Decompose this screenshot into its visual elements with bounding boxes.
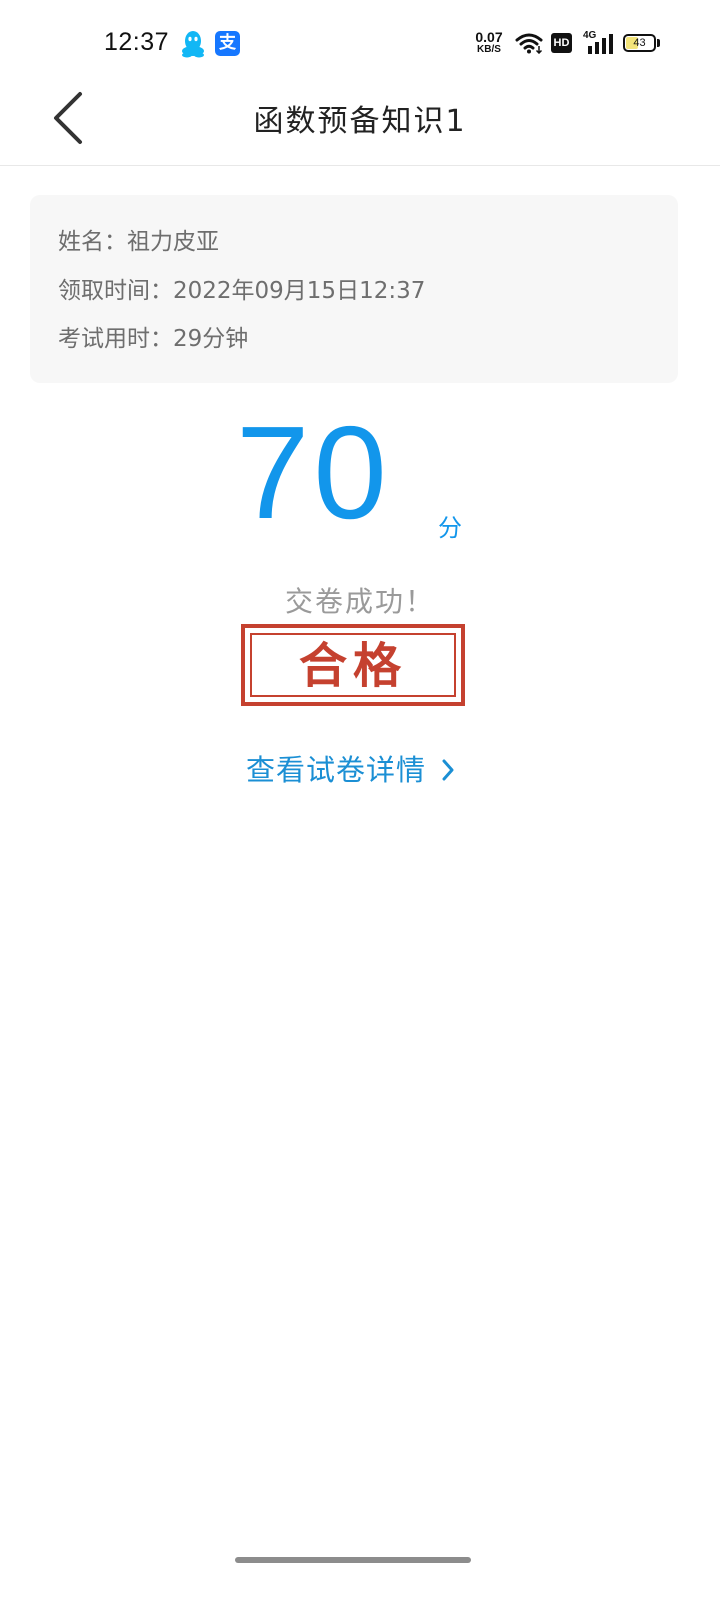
hd-badge: HD — [551, 33, 572, 53]
net-speed-indicator: 0.07 KB/S — [470, 30, 508, 55]
score-unit: 分 — [438, 514, 462, 542]
battery-level: 43 — [633, 37, 646, 49]
qq-icon — [182, 31, 204, 58]
wifi-icon — [515, 33, 543, 54]
page-title: 函数预备知识1 — [253, 104, 467, 139]
home-indicator[interactable] — [235, 1557, 471, 1563]
chevron-right-icon — [442, 759, 454, 781]
status-time: 12:37 — [104, 28, 170, 56]
exam-duration: 考试用时：29分钟 — [58, 326, 249, 352]
view-details-label: 查看试卷详情 — [246, 753, 427, 787]
view-details-link[interactable]: 查看试卷详情 — [246, 748, 455, 792]
stamp-text: 合格 — [298, 638, 407, 694]
exam-info-card: 姓名：祖力皮亚 领取时间：2022年09月15日12:37 考试用时：29分钟 — [30, 195, 678, 383]
battery-tip — [657, 39, 660, 47]
net-speed-value: 0.07 — [475, 29, 503, 45]
chevron-left-icon — [54, 92, 82, 144]
status-bar: 12:37 支 0.07 KB/S HD 4G 43 — [0, 0, 720, 88]
alipay-icon: 支 — [215, 31, 240, 56]
score-value: 70 — [236, 399, 391, 546]
battery-icon: 43 — [623, 34, 656, 52]
signal-icon — [588, 34, 613, 54]
back-button[interactable] — [40, 88, 100, 148]
net-speed-unit: KB/S — [477, 44, 501, 55]
submit-success-message: 交卷成功！ — [284, 585, 435, 618]
pass-stamp: 合格 — [241, 624, 465, 706]
receive-time: 领取时间：2022年09月15日12:37 — [58, 278, 426, 304]
app-header: 函数预备知识1 — [0, 88, 720, 166]
student-name: 姓名：祖力皮亚 — [58, 229, 219, 255]
